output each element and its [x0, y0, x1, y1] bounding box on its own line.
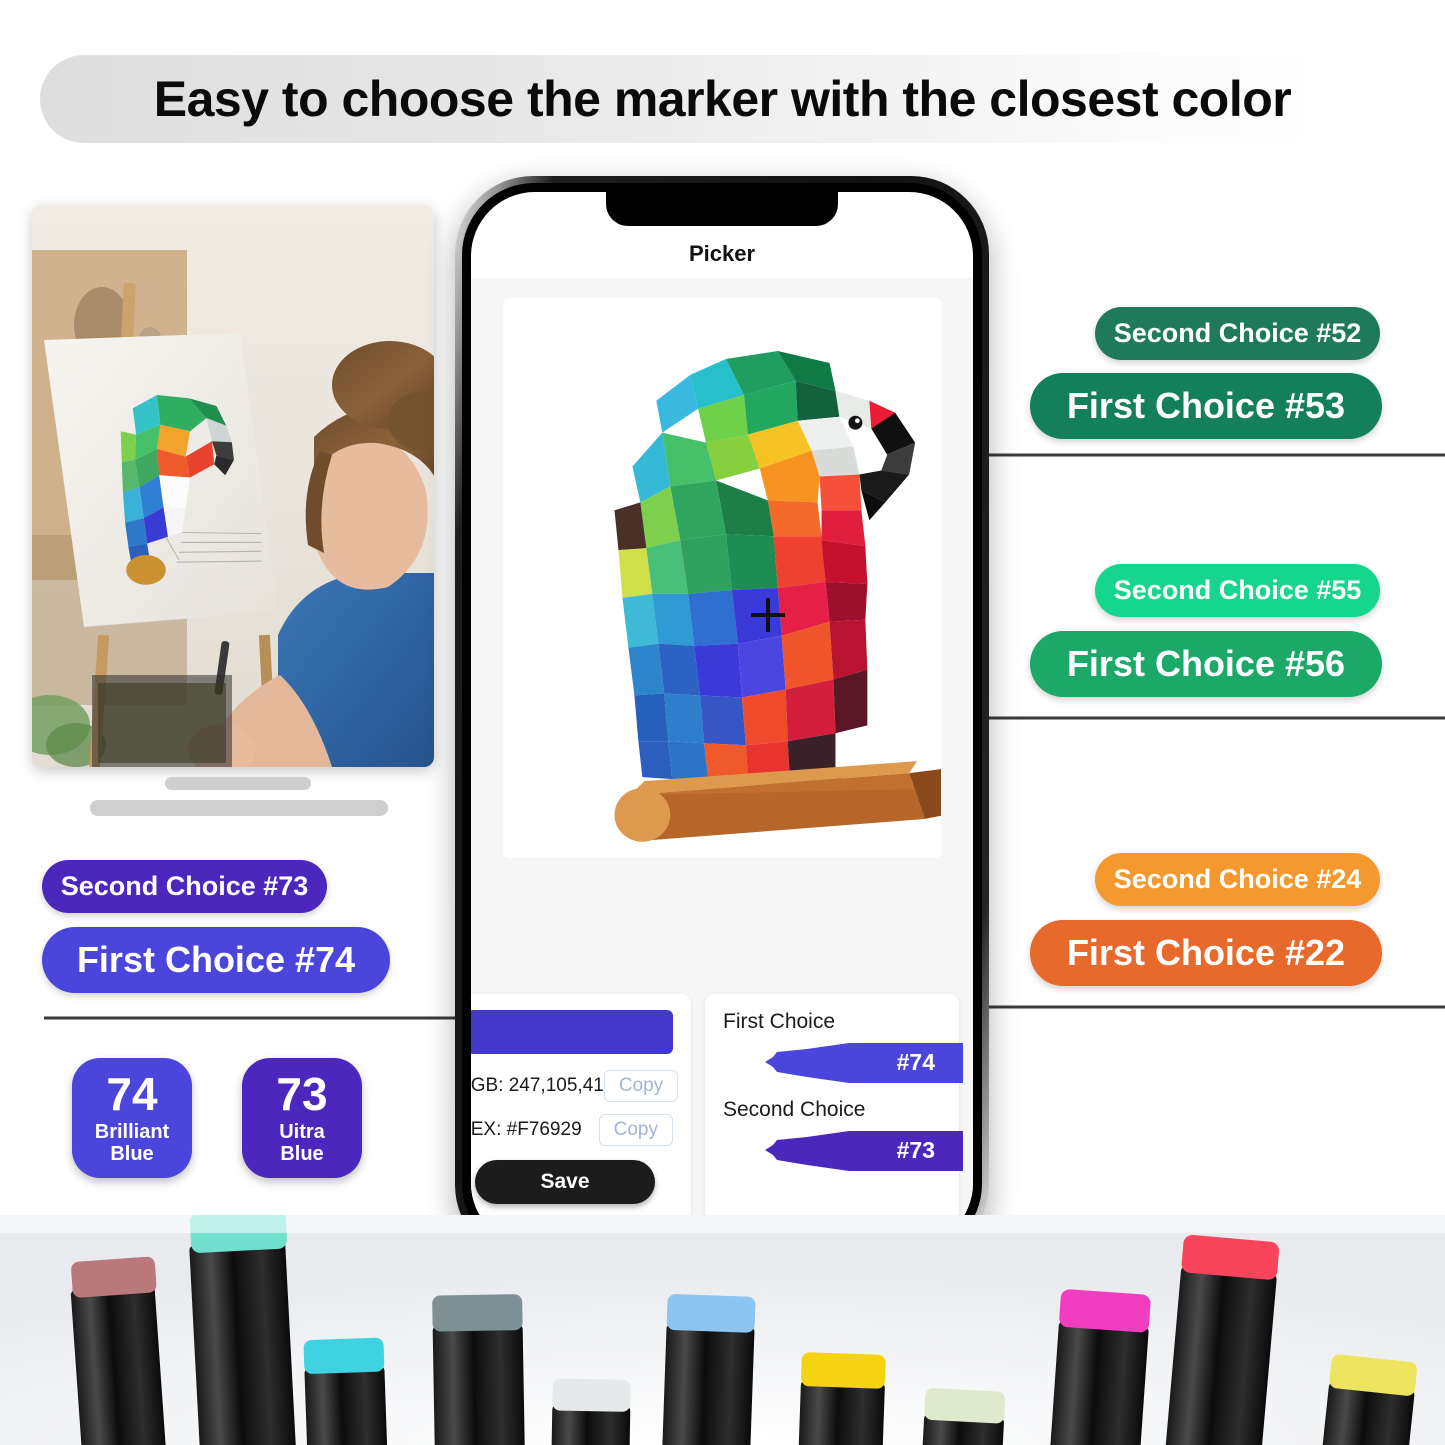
skeleton-bar-long — [90, 800, 388, 816]
choices-panel: First Choice #74 Second Choice #73 — [705, 994, 963, 1247]
marker-chip-74[interactable]: 74 Brilliant Blue — [72, 1058, 192, 1178]
parrot-lowpoly-image — [503, 299, 941, 857]
badge-second-choice-24[interactable]: Second Choice #24 — [1095, 853, 1380, 906]
hex-row: HEX: #F76929 Copy — [471, 1114, 673, 1146]
poster-stage: Easy to choose the marker with the close… — [0, 0, 1445, 1445]
badge-label: Second Choice #73 — [60, 871, 309, 901]
phone-screen: Picker RGB: 247,105,41 Copy EX: #F76929 … — [471, 192, 973, 1247]
second-choice-label: Second Choice — [723, 1098, 866, 1121]
first-choice-number: #74 — [896, 1049, 935, 1075]
badge-label: Second Choice #52 — [1113, 318, 1362, 348]
first-choice-label: First Choice — [723, 1010, 836, 1033]
artist-photo — [32, 205, 434, 767]
color-values-panel: RGB: 247,105,41 Copy HEX: #F76929 Copy S… — [471, 994, 691, 1247]
artist-photo-card — [32, 205, 434, 767]
marker-chip-number: 74 — [106, 1067, 158, 1120]
badge-label: Second Choice #24 — [1113, 864, 1362, 894]
picked-color-swatch — [471, 1010, 673, 1054]
result-panels: RGB: 247,105,41 Copy HEX: #F76929 Copy S… — [471, 994, 973, 1247]
badge-first-choice-74[interactable]: First Choice #74 — [42, 927, 390, 993]
badge-label: First Choice #56 — [1066, 643, 1346, 684]
second-choice-marker[interactable]: #73 — [723, 1128, 963, 1174]
picker-image-card[interactable] — [503, 298, 941, 858]
save-button[interactable]: Save — [475, 1160, 655, 1204]
rgb-value: RGB: 247,105,41 — [471, 1075, 604, 1096]
marker-chip-name-line1: Brilliant — [94, 1120, 170, 1143]
first-choice-marker[interactable]: #74 — [723, 1040, 963, 1086]
copy-hex-button[interactable]: Copy — [598, 1114, 673, 1146]
badge-first-choice-53[interactable]: First Choice #53 — [1030, 373, 1382, 439]
badge-second-choice-55[interactable]: Second Choice #55 — [1095, 564, 1380, 617]
badge-first-choice-56[interactable]: First Choice #56 — [1030, 631, 1382, 697]
marker-chip-name-line1: Uitra — [279, 1120, 325, 1143]
app-content: RGB: 247,105,41 Copy HEX: #F76929 Copy S… — [471, 278, 973, 1247]
marker-chip-name-line2: Blue — [110, 1142, 154, 1165]
marker-pens-illustration — [0, 1215, 1445, 1445]
badge-label: First Choice #53 — [1066, 385, 1346, 426]
badge-label: Second Choice #55 — [1113, 575, 1362, 605]
title-banner: Easy to choose the marker with the close… — [40, 55, 1405, 143]
copy-rgb-button[interactable]: Copy — [603, 1070, 679, 1102]
marker-chip-number: 73 — [276, 1067, 328, 1120]
app-nav-title: Picker — [688, 241, 756, 266]
badge-label: First Choice #74 — [76, 939, 356, 980]
phone-bezel: Picker RGB: 247,105,41 Copy EX: #F76929 … — [462, 183, 982, 1256]
skeleton-bar-short — [165, 777, 311, 790]
hex-value: HEX: #F76929 — [471, 1119, 582, 1140]
badge-first-choice-22[interactable]: First Choice #22 — [1030, 920, 1382, 986]
color-picker-crosshair[interactable] — [751, 598, 785, 632]
marker-chip-73[interactable]: 73 Uitra Blue — [242, 1058, 362, 1178]
phone-notch — [606, 192, 838, 226]
badge-label: First Choice #22 — [1066, 932, 1346, 973]
marker-pens-photo — [0, 1215, 1445, 1445]
badge-second-choice-52[interactable]: Second Choice #52 — [1095, 307, 1380, 360]
second-choice-number: #73 — [896, 1137, 935, 1163]
badge-second-choice-73[interactable]: Second Choice #73 — [42, 860, 327, 913]
page-title: Easy to choose the marker with the close… — [153, 71, 1292, 127]
phone-mockup: Picker RGB: 247,105,41 Copy EX: #F76929 … — [455, 176, 989, 1263]
marker-chip-name-line2: Blue — [280, 1142, 324, 1165]
rgb-row: RGB: 247,105,41 Copy — [471, 1070, 679, 1102]
